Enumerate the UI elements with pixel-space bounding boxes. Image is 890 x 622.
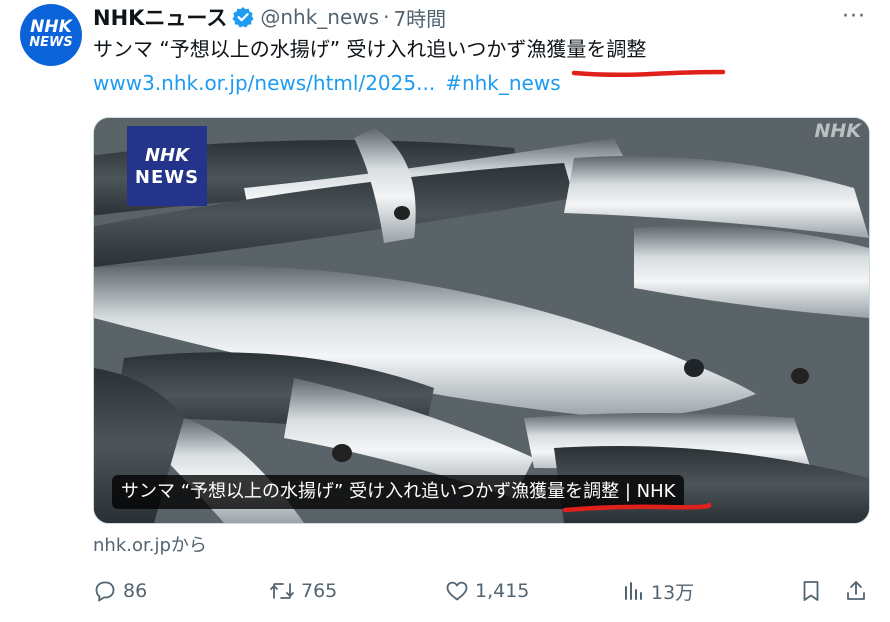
article-link[interactable]: www3.nhk.or.jp/news/html/2025... <box>93 71 435 95</box>
tweet-text: サンマ “予想以上の水揚げ” 受け入れ追いつかず漁獲量を調整 <box>93 36 646 62</box>
action-bar: 86 765 1,415 13万 <box>93 575 873 607</box>
red-underline-annotation <box>571 69 726 78</box>
caption-highlight: 漁獲量を調整 <box>511 481 620 502</box>
bookmark-icon <box>803 581 819 601</box>
views-button[interactable]: 13万 <box>623 575 694 607</box>
bookmark-button[interactable] <box>800 575 828 607</box>
reply-icon <box>95 581 115 602</box>
red-underline-annotation-caption <box>562 502 712 513</box>
header-separator: · <box>383 5 390 29</box>
retweet-count: 765 <box>301 580 338 602</box>
hashtag-link[interactable]: #nhk_news <box>445 71 560 95</box>
share-button[interactable] <box>844 575 874 607</box>
heart-icon <box>446 581 468 601</box>
tweet-header: NHKニュース @nhk_news · 7時間 <box>93 2 446 32</box>
views-count: 13万 <box>651 581 695 604</box>
views-chart-icon <box>625 582 642 600</box>
retweet-icon <box>270 583 294 599</box>
badge-line-1: NHK <box>144 145 190 166</box>
caption-main: サンマ “予想以上の水揚げ” 受け入れ追いつかず <box>121 481 512 502</box>
link-source[interactable]: nhk.or.jpから <box>93 531 207 557</box>
tweet-links: www3.nhk.or.jp/news/html/2025... #nhk_new… <box>93 70 561 96</box>
avatar-logo-line-2: NEWS <box>29 35 73 50</box>
reply-button[interactable]: 86 <box>93 575 147 607</box>
verified-badge-icon <box>232 6 254 28</box>
tweet[interactable]: NHK NEWS NHKニュース @nhk_news · 7時間 ··· サンマ… <box>0 0 890 622</box>
nhk-news-badge: NHK NEWS <box>127 126 207 206</box>
media-card[interactable]: NHK NEWS NHK サンマ “予想以上の水揚げ” 受け入れ追いつかず漁獲量… <box>93 117 870 524</box>
badge-line-2: NEWS <box>134 167 200 188</box>
reply-count: 86 <box>123 580 148 602</box>
timestamp[interactable]: 7時間 <box>393 3 446 32</box>
tweet-text-main: サンマ “予想以上の水揚げ” 受け入れ追いつかず <box>93 37 527 61</box>
retweet-button[interactable]: 765 <box>269 575 337 607</box>
like-button[interactable]: 1,415 <box>445 575 529 607</box>
like-count: 1,415 <box>475 580 530 602</box>
share-icon <box>847 581 865 600</box>
handle[interactable]: @nhk_news <box>260 5 379 29</box>
fish-photo <box>94 118 869 523</box>
avatar[interactable]: NHK NEWS <box>20 4 82 66</box>
more-options-icon[interactable]: ··· <box>842 4 866 29</box>
nhk-watermark: NHK <box>814 120 861 142</box>
caption-suffix: | NHK <box>619 481 676 502</box>
avatar-logo-line-1: NHK <box>30 17 72 37</box>
tweet-text-highlight: 漁獲量を調整 <box>526 37 647 61</box>
display-name[interactable]: NHKニュース <box>93 2 227 32</box>
